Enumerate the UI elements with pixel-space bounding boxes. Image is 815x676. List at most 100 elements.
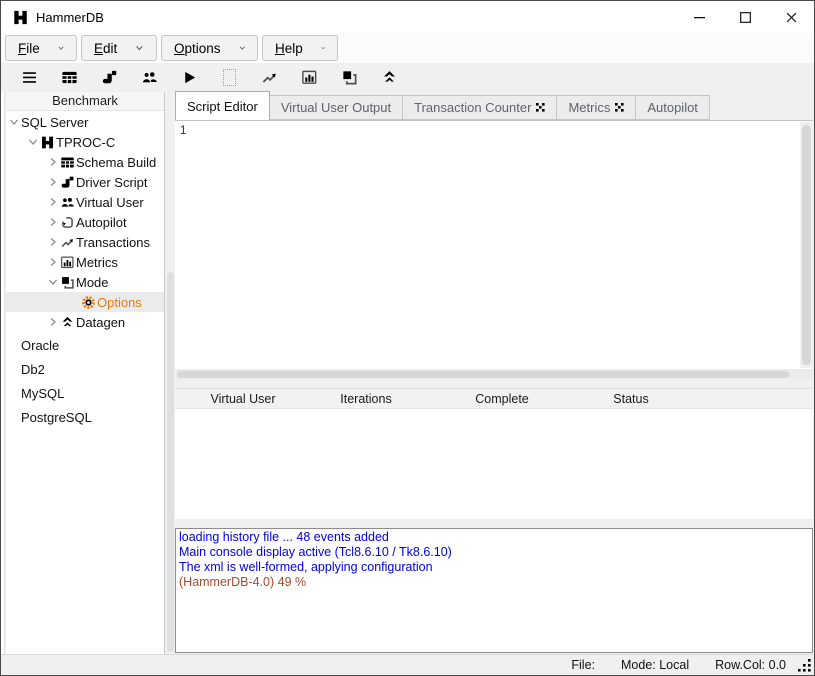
tree-item-schema-build[interactable]: Schema Build	[6, 152, 164, 172]
script-editor[interactable]: 1	[175, 120, 813, 369]
column-header-virtual-user[interactable]: Virtual User	[210, 392, 275, 406]
tree-item-label: Datagen	[76, 315, 125, 330]
tree-item-datagen[interactable]: Datagen	[6, 312, 164, 332]
chevron-down-icon[interactable]	[9, 116, 21, 128]
run-play-icon	[181, 69, 198, 86]
title-bar: HammerDB	[1, 1, 814, 33]
mode-layers-icon	[60, 275, 75, 290]
chevron-spacer	[9, 387, 21, 399]
chevron-right-icon[interactable]	[48, 256, 60, 268]
resize-grip-icon[interactable]	[797, 658, 811, 672]
tree-item-label: Db2	[21, 362, 45, 377]
editor-line-number: 1	[180, 125, 186, 137]
benchmark-sidebar: Benchmark SQL Server TPROC-C Schema Buil…	[6, 92, 165, 654]
stop-dashed-box-icon	[223, 69, 236, 86]
tree-item-options[interactable]: Options	[6, 292, 164, 312]
sidebar-left-scrollbar[interactable]	[1, 92, 5, 654]
tree-item-transactions[interactable]: Transactions	[6, 232, 164, 252]
menu-options[interactable]: Options	[161, 35, 258, 61]
tree-item-metrics[interactable]: Metrics	[6, 252, 164, 272]
column-header-status[interactable]: Status	[613, 392, 648, 406]
hammerdb-logo-icon	[40, 135, 55, 150]
toolbar-datagen-button[interactable]	[369, 64, 409, 91]
tab-metrics[interactable]: Metrics	[557, 95, 636, 120]
console-line: (HammerDB-4.0) 49 %	[179, 575, 809, 590]
main-panel: Script Editor Virtual User Output Transa…	[175, 92, 813, 654]
menu-help-label: Help	[275, 41, 303, 56]
tree-item-label: MySQL	[21, 386, 64, 401]
tree-item-virtual-user[interactable]: Virtual User	[6, 192, 164, 212]
tree-item-mysql[interactable]: MySQL	[6, 382, 164, 404]
minimize-button[interactable]	[676, 1, 722, 33]
tree-item-driver-script[interactable]: Driver Script	[6, 172, 164, 192]
chevron-down-icon[interactable]	[28, 136, 40, 148]
metrics-bar-chart-icon	[301, 69, 318, 86]
maximize-button[interactable]	[722, 1, 768, 33]
mode-layers-icon	[341, 69, 358, 86]
toolbar-menu-button[interactable]	[9, 64, 49, 91]
tree-item-oracle[interactable]: Oracle	[6, 334, 164, 356]
menu-bar: File Edit Options Help	[1, 33, 814, 63]
chevron-right-icon[interactable]	[48, 176, 60, 188]
tree-item-label: Options	[97, 295, 142, 310]
tree-item-label: Metrics	[76, 255, 118, 270]
chevron-right-icon[interactable]	[48, 316, 60, 328]
toolbar-driver-script-button[interactable]	[89, 64, 129, 91]
tree-item-label: PostgreSQL	[21, 410, 92, 425]
menu-options-label: Options	[174, 41, 221, 56]
toolbar-stop-button[interactable]	[209, 64, 249, 91]
editor-vertical-scrollbar-thumb[interactable]	[802, 125, 811, 365]
tab-transaction-counter[interactable]: Transaction Counter	[403, 95, 557, 120]
tree-item-label: Mode	[76, 275, 109, 290]
tab-script-editor[interactable]: Script Editor	[175, 91, 270, 120]
sidebar-scrollbar-thumb[interactable]	[167, 272, 174, 652]
tab-autopilot[interactable]: Autopilot	[636, 95, 710, 120]
tree-item-postgresql[interactable]: PostgreSQL	[6, 406, 164, 428]
chevron-right-icon[interactable]	[48, 196, 60, 208]
tree-item-label: Transactions	[76, 235, 150, 250]
editor-horizontal-scrollbar[interactable]	[175, 369, 813, 379]
virtual-users-icon	[60, 195, 75, 210]
chevron-right-icon[interactable]	[48, 216, 60, 228]
tree-item-label: TPROC-C	[56, 135, 115, 150]
metrics-bar-chart-icon	[60, 255, 75, 270]
schema-table-icon	[61, 69, 78, 86]
toolbar-run-button[interactable]	[169, 64, 209, 91]
toolbar-metrics-button[interactable]	[289, 64, 329, 91]
chevron-right-icon[interactable]	[48, 236, 60, 248]
minimize-icon	[694, 12, 705, 23]
datagen-upload-icon	[60, 315, 75, 330]
sidebar-scrollbar[interactable]	[166, 92, 175, 654]
tree-item-label: Schema Build	[76, 155, 156, 170]
tab-virtual-user-output[interactable]: Virtual User Output	[270, 95, 403, 120]
virtual-user-table-body[interactable]	[175, 409, 813, 519]
menu-help[interactable]: Help	[262, 35, 338, 61]
notebook-tabs: Script Editor Virtual User Output Transa…	[175, 91, 813, 120]
tab-label: Transaction Counter	[414, 100, 531, 115]
editor-horizontal-scrollbar-thumb[interactable]	[177, 371, 789, 378]
tree-item-mode[interactable]: Mode	[6, 272, 164, 292]
toolbar-transactions-button[interactable]	[249, 64, 289, 91]
column-header-iterations[interactable]: Iterations	[340, 392, 391, 406]
chevron-right-icon[interactable]	[48, 156, 60, 168]
gear-icon	[81, 295, 96, 310]
toolbar-schema-build-button[interactable]	[49, 64, 89, 91]
tree-item-sql-server[interactable]: SQL Server	[6, 112, 164, 132]
tree-item-db2[interactable]: Db2	[6, 358, 164, 380]
toolbar-virtual-user-button[interactable]	[129, 64, 169, 91]
toolbar-mode-button[interactable]	[329, 64, 369, 91]
content-area: Benchmark SQL Server TPROC-C Schema Buil…	[1, 92, 814, 654]
tree-item-tproc-c[interactable]: TPROC-C	[6, 132, 164, 152]
maximize-icon	[740, 12, 751, 23]
chevron-down-icon	[321, 44, 325, 52]
chevron-down-icon[interactable]	[48, 276, 60, 288]
benchmark-header[interactable]: Benchmark	[6, 92, 164, 111]
chevron-down-icon	[135, 44, 144, 52]
tree-item-autopilot[interactable]: Autopilot	[6, 212, 164, 232]
close-button[interactable]	[768, 1, 814, 33]
editor-vertical-scrollbar[interactable]	[800, 122, 813, 368]
menu-edit[interactable]: Edit	[81, 35, 157, 61]
transactions-trend-icon	[261, 69, 278, 86]
column-header-complete[interactable]: Complete	[475, 392, 529, 406]
menu-file[interactable]: File	[5, 35, 77, 61]
